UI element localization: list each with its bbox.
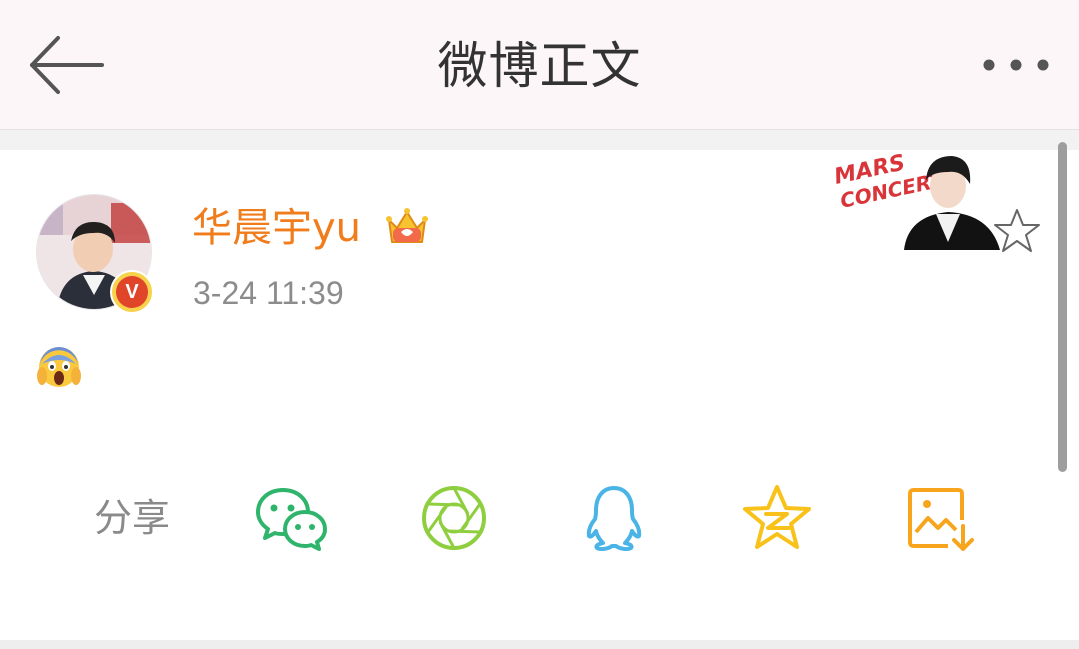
more-dots-icon — [983, 59, 1049, 71]
crown-icon — [386, 208, 428, 243]
share-label: 分享 — [94, 496, 171, 540]
verified-badge-icon: V — [110, 270, 154, 314]
author-name[interactable]: 华晨宇yu — [192, 200, 361, 256]
favorite-star-icon[interactable] — [992, 206, 1042, 256]
divider — [0, 640, 1079, 649]
more-button[interactable] — [979, 50, 1053, 80]
wechat-icon[interactable] — [255, 482, 327, 554]
qzone-icon[interactable] — [741, 482, 813, 554]
top-nav-bar: 微博正文 — [0, 0, 1079, 130]
page-title: 微博正文 — [437, 37, 642, 95]
save-image-icon[interactable] — [904, 482, 976, 554]
author-avatar[interactable]: V — [34, 192, 154, 314]
mars-concert-sticker: MARS CONCERT — [830, 150, 1006, 250]
qq-icon[interactable] — [578, 482, 650, 554]
moments-icon[interactable] — [418, 482, 490, 554]
screaming-face-emoji — [37, 347, 81, 387]
post-timestamp: 3-24 11:39 — [193, 275, 344, 311]
scrollbar[interactable] — [1058, 142, 1067, 472]
